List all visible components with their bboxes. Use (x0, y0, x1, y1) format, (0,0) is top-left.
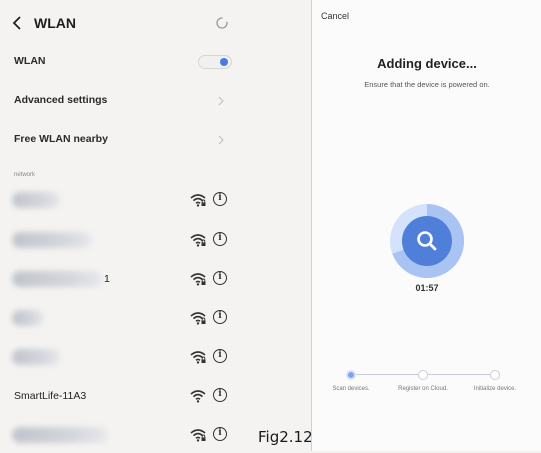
wlan-screen: WLAN WLAN Advanced settings Free WLAN ne… (0, 0, 313, 453)
wifi-icon (190, 351, 206, 364)
progress-steps: Scan devices. Register on Cloud. Initial… (332, 370, 532, 420)
redacted-network-name (12, 427, 108, 443)
info-icon[interactable]: i (213, 349, 227, 363)
advanced-settings-label: Advanced settings (14, 94, 108, 106)
wifi-icon (190, 312, 206, 325)
free-wlan-label: Free WLAN nearby (14, 133, 108, 145)
network-row[interactable]: i (0, 419, 250, 453)
adding-device-title: Adding device... (377, 56, 477, 71)
wlan-toggle-row[interactable]: WLAN (0, 47, 250, 77)
info-icon[interactable]: i (213, 271, 227, 285)
wifi-icon (190, 194, 206, 207)
wlan-toggle-switch[interactable] (198, 55, 232, 69)
redacted-network-name (12, 349, 60, 365)
step-scan-label: Scan devices. (332, 386, 370, 392)
network-section-label: network (14, 172, 36, 178)
wlan-toggle-label: WLAN (14, 55, 46, 67)
wifi-icon (190, 390, 206, 403)
refresh-icon[interactable] (215, 16, 229, 30)
info-icon[interactable]: i (213, 388, 227, 402)
info-icon[interactable]: i (213, 232, 227, 246)
info-icon[interactable]: i (213, 310, 227, 324)
network-name: SmartLife-11A3 (14, 390, 87, 402)
step-scan-dot (346, 370, 356, 380)
network-name: 1 (104, 273, 110, 285)
figure-caption: Fig2.12 (258, 428, 313, 446)
step-initialize-label: Initialize device. (473, 386, 517, 392)
cancel-button[interactable]: Cancel (321, 11, 349, 21)
step-connector (356, 374, 418, 375)
adding-device-subtitle: Ensure that the device is powered on. (364, 80, 490, 89)
add-device-screen: Cancel Adding device... Ensure that the … (311, 0, 541, 451)
network-row[interactable]: i (0, 184, 250, 218)
chevron-right-icon (218, 135, 224, 145)
wifi-icon (190, 429, 206, 442)
redacted-network-name (12, 271, 102, 287)
step-connector (428, 374, 490, 375)
step-register-dot (418, 370, 428, 380)
wifi-icon (190, 234, 206, 247)
network-row[interactable]: 1i (0, 263, 250, 297)
network-row[interactable]: SmartLife-11A3 i (0, 380, 250, 414)
toggle-knob (220, 58, 228, 66)
redacted-network-name (12, 232, 92, 248)
chevron-right-icon (218, 96, 224, 106)
step-initialize-dot (490, 370, 500, 380)
info-icon[interactable]: i (213, 427, 227, 441)
advanced-settings-row[interactable]: Advanced settings (0, 86, 250, 116)
scan-progress-indicator (390, 203, 465, 278)
info-icon[interactable]: i (213, 192, 227, 206)
countdown-timer: 01:57 (415, 283, 439, 293)
network-row[interactable]: i (0, 341, 250, 375)
network-row[interactable]: i (0, 224, 250, 258)
redacted-network-name (12, 310, 44, 326)
free-wlan-row[interactable]: Free WLAN nearby (0, 125, 250, 155)
wifi-icon (190, 273, 206, 286)
back-arrow-icon[interactable] (12, 16, 22, 30)
redacted-network-name (12, 192, 60, 208)
step-register-label: Register on Cloud. (398, 386, 448, 392)
network-row[interactable]: i (0, 302, 250, 336)
page-title: WLAN (34, 15, 76, 31)
header: WLAN (0, 6, 260, 40)
